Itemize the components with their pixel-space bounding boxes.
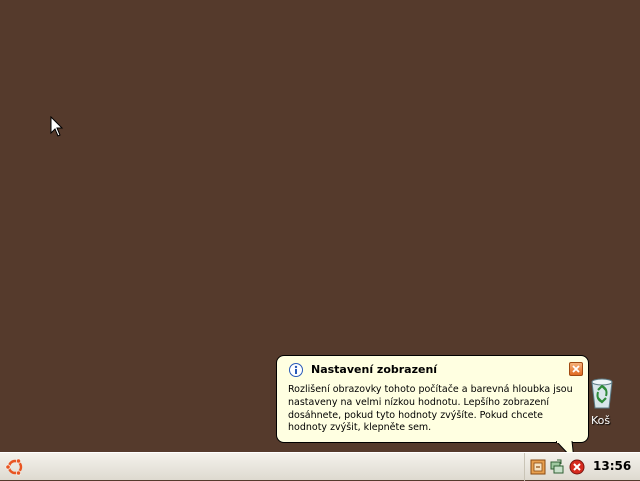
ubuntu-logo-icon	[5, 458, 23, 476]
app-tray-icon[interactable]	[530, 459, 546, 475]
recycle-bin-label[interactable]: Koš	[591, 414, 610, 427]
system-tray: 13:56	[524, 453, 640, 481]
network-icon[interactable]	[549, 459, 565, 475]
mouse-cursor-icon	[50, 116, 64, 137]
info-icon	[289, 363, 303, 377]
start-button[interactable]	[4, 457, 26, 477]
taskbar: 13:56	[0, 452, 640, 481]
clock[interactable]: 13:56	[593, 459, 631, 473]
recycle-bin[interactable]	[585, 374, 619, 414]
recycle-bin-icon	[591, 378, 613, 409]
close-button[interactable]	[569, 362, 583, 376]
error-icon[interactable]	[569, 459, 585, 475]
balloon-title: Nastavení zobrazení	[311, 363, 438, 376]
desktop: Koš Nastavení zobrazení Rozlišení obrazo…	[0, 0, 640, 461]
notification-balloon[interactable]: Nastavení zobrazení Rozlišení obrazovky …	[276, 355, 589, 443]
close-icon	[572, 365, 580, 373]
balloon-message[interactable]: Rozlišení obrazovky tohoto počítače a ba…	[288, 384, 583, 435]
